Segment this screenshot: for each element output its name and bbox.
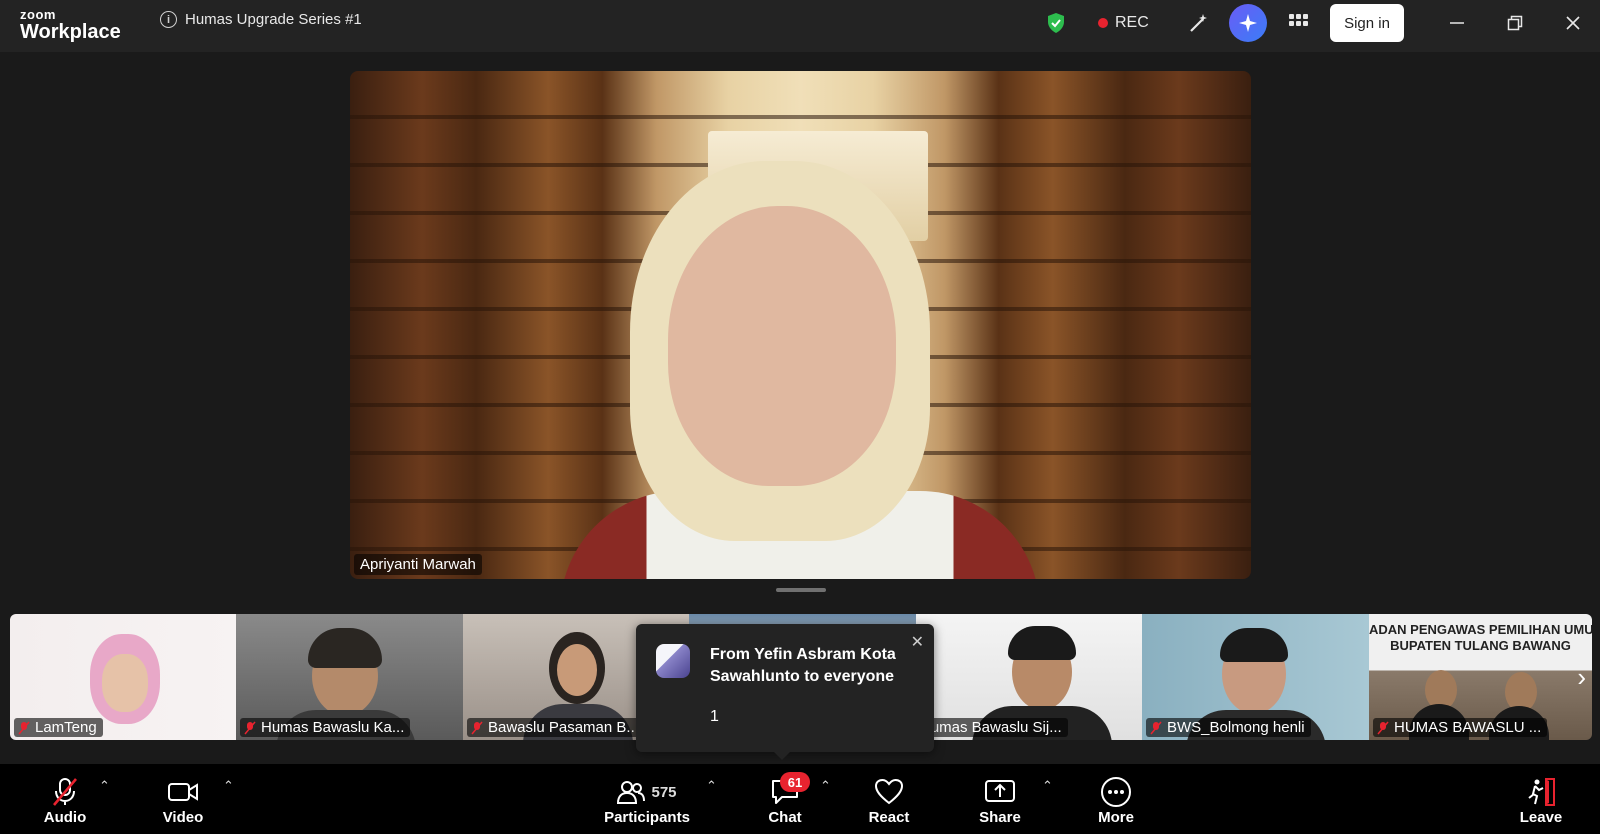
leave-door-icon [1525,772,1557,812]
more-dots-icon [1100,772,1132,812]
mic-muted-icon [18,721,30,734]
share-options-caret-icon[interactable]: ⌃ [1042,778,1053,794]
video-options-caret-icon[interactable]: ⌃ [223,778,234,794]
close-icon[interactable] [1564,14,1582,32]
restore-icon[interactable] [1506,14,1524,32]
resize-handle[interactable] [776,588,826,592]
encryption-shield-icon[interactable] [1046,0,1066,46]
rec-dot-icon [1098,18,1108,28]
leave-button[interactable]: Leave [1516,764,1566,834]
chat-label: Chat [768,809,802,826]
chat-button[interactable]: 61 Chat [760,764,810,834]
participant-name-tag: Bawaslu Pasaman B... [467,718,645,737]
close-icon[interactable]: ✕ [911,632,924,652]
participant-tile[interactable]: Humas Bawaslu Ka... [236,614,463,740]
participants-icon [617,781,646,804]
participants-options-caret-icon[interactable]: ⌃ [706,778,717,794]
audio-label: Audio [43,809,87,826]
video-camera-icon [167,772,199,812]
more-label: More [1098,809,1134,826]
venue-banner-text: ADAN PENGAWAS PEMILIHAN UMUM BUPATEN TUL… [1369,622,1592,653]
video-label: Video [162,809,204,826]
sign-in-button[interactable]: Sign in [1330,4,1404,42]
apps-grid-icon[interactable] [1288,0,1308,46]
speaker-name-tag: Apriyanti Marwah [354,554,482,575]
logo-top-text: zoom [20,7,56,22]
video-button[interactable]: Video [158,764,208,834]
chat-unread-badge: 61 [780,772,810,792]
audio-button[interactable]: Audio [40,764,90,834]
magic-wand-icon[interactable] [1188,0,1210,46]
chat-message: 1 [710,708,719,725]
participant-name-tag: LamTeng [14,718,103,737]
minimize-icon[interactable] [1448,14,1466,32]
share-button[interactable]: Share [975,764,1025,834]
participant-tile[interactable]: ADAN PENGAWAS PEMILIHAN UMUM BUPATEN TUL… [1369,614,1592,740]
chevron-right-icon[interactable]: › [1577,662,1586,693]
meeting-toolbar: Audio ⌃ Video ⌃ 575 Participants ⌃ 61 Ch… [0,764,1600,834]
mic-muted-icon [1150,721,1162,734]
participant-tile[interactable]: BWS_Bolmong henli [1142,614,1369,740]
recording-indicator[interactable]: REC [1098,0,1149,46]
share-screen-icon [984,772,1016,812]
active-speaker-video[interactable]: Apriyanti Marwah [350,71,1251,579]
share-label: Share [979,809,1021,826]
participant-tile[interactable]: LamTeng [10,614,236,740]
mic-muted-icon [244,721,256,734]
info-icon[interactable]: i [160,11,177,28]
ai-companion-button[interactable] [1229,4,1267,42]
audio-options-caret-icon[interactable]: ⌃ [99,778,110,794]
participant-name-tag: Humas Bawaslu Ka... [240,718,411,737]
speaker-face [668,206,896,486]
chat-options-caret-icon[interactable]: ⌃ [820,778,831,794]
react-label: React [868,809,910,826]
participants-label: Participants [604,809,690,826]
participant-name-tag: HUMAS BAWASLU ... [1373,718,1548,737]
mic-muted-icon [471,721,483,734]
meeting-title: Humas Upgrade Series #1 [185,11,362,28]
heart-icon [874,772,904,812]
mic-muted-icon [1377,721,1389,734]
meeting-info[interactable]: i Humas Upgrade Series #1 [160,11,362,28]
rec-label: REC [1115,14,1149,31]
participant-tile[interactable]: Humas Bawaslu Sij... [916,614,1142,740]
sender-avatar [656,644,690,678]
logo-bottom-text: Workplace [20,21,121,43]
chat-sender-line: From Yefin Asbram Kota Sawahlunto to eve… [710,646,896,685]
participant-count: 575 [651,783,677,801]
participant-name-tag: BWS_Bolmong henli [1146,718,1311,737]
participant-name-tag: Humas Bawaslu Sij... [916,718,1068,737]
participants-button[interactable]: 575 Participants [604,764,690,834]
title-bar: zoom Workplace i Humas Upgrade Series #1… [0,0,1600,52]
mic-muted-icon [50,772,80,812]
leave-label: Leave [1519,809,1563,826]
more-button[interactable]: More [1091,764,1141,834]
zoom-workplace-logo: zoom Workplace [20,8,121,42]
chat-notification-popup[interactable]: From Yefin Asbram Kota Sawahlunto to eve… [636,624,934,760]
react-button[interactable]: React [864,764,914,834]
